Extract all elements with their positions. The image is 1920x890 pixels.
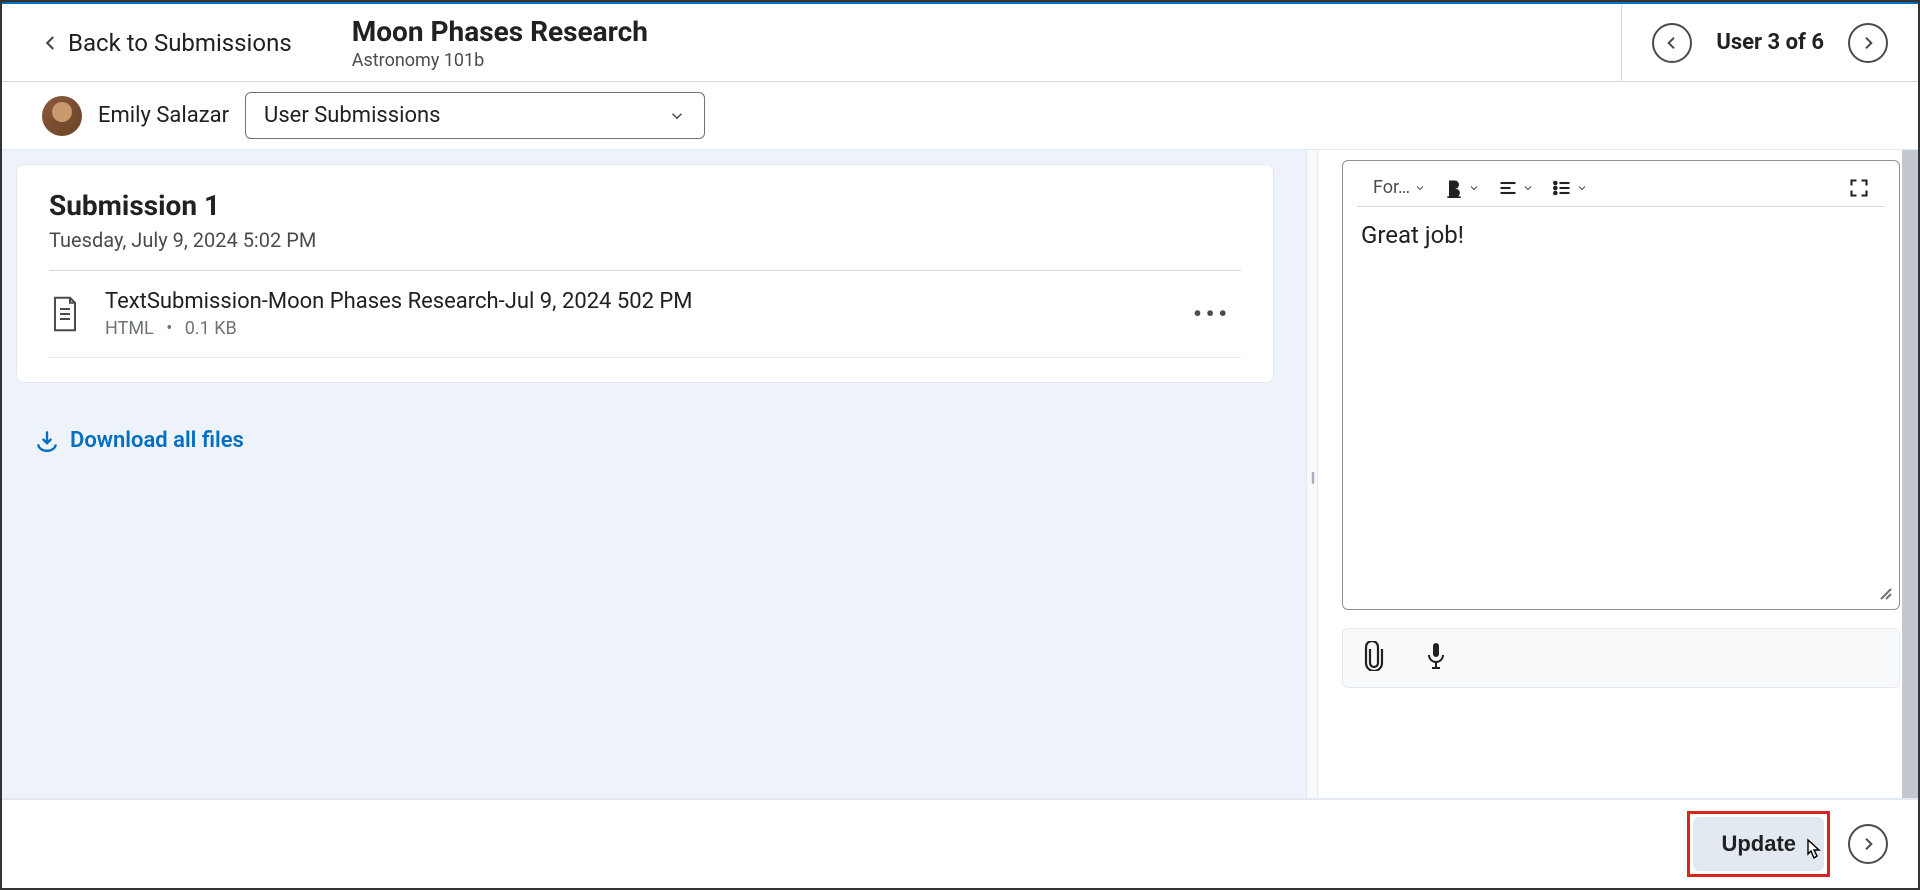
- right-panel: For… Grea: [1318, 150, 1918, 806]
- file-meta: HTML 0.1 KB: [105, 318, 1159, 339]
- footer: Update: [2, 798, 1918, 888]
- course-title: Astronomy 101b: [352, 50, 1622, 71]
- microphone-icon: [1423, 641, 1449, 671]
- left-panel: Submission 1 Tuesday, July 9, 2024 5:02 …: [2, 150, 1306, 806]
- download-icon: [34, 427, 60, 453]
- attach-file-button[interactable]: [1361, 641, 1387, 675]
- footer-next-button[interactable]: [1848, 824, 1888, 864]
- editor-toolbar: For…: [1357, 169, 1885, 207]
- file-type: HTML: [105, 318, 154, 339]
- fullscreen-button[interactable]: [1847, 176, 1871, 200]
- title-block: Moon Phases Research Astronomy 101b: [332, 15, 1622, 71]
- prev-user-button[interactable]: [1652, 23, 1692, 63]
- chevron-down-icon: [668, 107, 686, 125]
- assignment-title: Moon Phases Research: [352, 15, 1622, 48]
- bullet-list-icon: [1552, 178, 1572, 198]
- editor-resize-handle[interactable]: [1877, 585, 1893, 605]
- document-icon: [49, 294, 81, 334]
- back-label: Back to Submissions: [68, 29, 292, 57]
- feedback-editor: For… Grea: [1342, 160, 1900, 610]
- more-options-button[interactable]: •••: [1183, 300, 1241, 328]
- subheader: Emily Salazar User Submissions: [2, 82, 1918, 150]
- scrollbar[interactable]: [1902, 150, 1918, 806]
- back-to-submissions-link[interactable]: Back to Submissions: [2, 4, 332, 81]
- file-info: TextSubmission-Moon Phases Research-Jul …: [105, 289, 1159, 339]
- download-all-label: Download all files: [70, 428, 244, 453]
- paperclip-icon: [1361, 641, 1387, 671]
- submission-title: Submission 1: [49, 189, 1241, 222]
- drag-handle-icon: ||: [1311, 470, 1314, 486]
- bold-icon: [1444, 178, 1464, 198]
- submission-date: Tuesday, July 9, 2024 5:02 PM: [49, 228, 1241, 252]
- download-all-files-link[interactable]: Download all files: [2, 397, 1306, 483]
- chevron-down-icon: [1522, 182, 1534, 194]
- bold-button[interactable]: [1442, 176, 1482, 200]
- format-label: For…: [1373, 177, 1410, 198]
- file-name: TextSubmission-Moon Phases Research-Jul …: [105, 289, 1159, 314]
- separator: [158, 318, 180, 339]
- chevron-down-icon: [1414, 182, 1426, 194]
- chevron-right-icon: [1860, 35, 1876, 51]
- list-button[interactable]: [1550, 176, 1590, 200]
- student-name: Emily Salazar: [98, 103, 229, 128]
- dropdown-label: User Submissions: [264, 103, 441, 128]
- main-area: Submission 1 Tuesday, July 9, 2024 5:02 …: [2, 150, 1918, 806]
- record-audio-button[interactable]: [1423, 641, 1449, 675]
- file-size: 0.1 KB: [185, 318, 237, 339]
- header: Back to Submissions Moon Phases Research…: [2, 4, 1918, 82]
- submission-card: Submission 1 Tuesday, July 9, 2024 5:02 …: [16, 164, 1274, 383]
- submission-file-row[interactable]: TextSubmission-Moon Phases Research-Jul …: [49, 271, 1241, 358]
- update-button[interactable]: Update: [1693, 817, 1824, 871]
- expand-icon: [1849, 178, 1869, 198]
- user-navigation: User 3 of 6: [1621, 4, 1918, 81]
- align-button[interactable]: [1496, 176, 1536, 200]
- align-left-icon: [1498, 178, 1518, 198]
- update-highlight: Update: [1687, 811, 1830, 877]
- resize-grip-icon: [1877, 585, 1893, 601]
- user-submissions-dropdown[interactable]: User Submissions: [245, 92, 705, 139]
- chevron-right-icon: [1860, 836, 1876, 852]
- feedback-textarea[interactable]: Great job!: [1343, 207, 1899, 609]
- attachment-bar: [1342, 628, 1900, 688]
- panel-resize-handle[interactable]: ||: [1306, 150, 1318, 806]
- student-avatar: [42, 96, 82, 136]
- next-user-button[interactable]: [1848, 23, 1888, 63]
- chevron-left-icon: [1664, 35, 1680, 51]
- user-count-label: User 3 of 6: [1716, 30, 1824, 55]
- chevron-down-icon: [1576, 182, 1588, 194]
- chevron-left-icon: [42, 34, 60, 52]
- chevron-down-icon: [1468, 182, 1480, 194]
- format-dropdown[interactable]: For…: [1371, 175, 1428, 200]
